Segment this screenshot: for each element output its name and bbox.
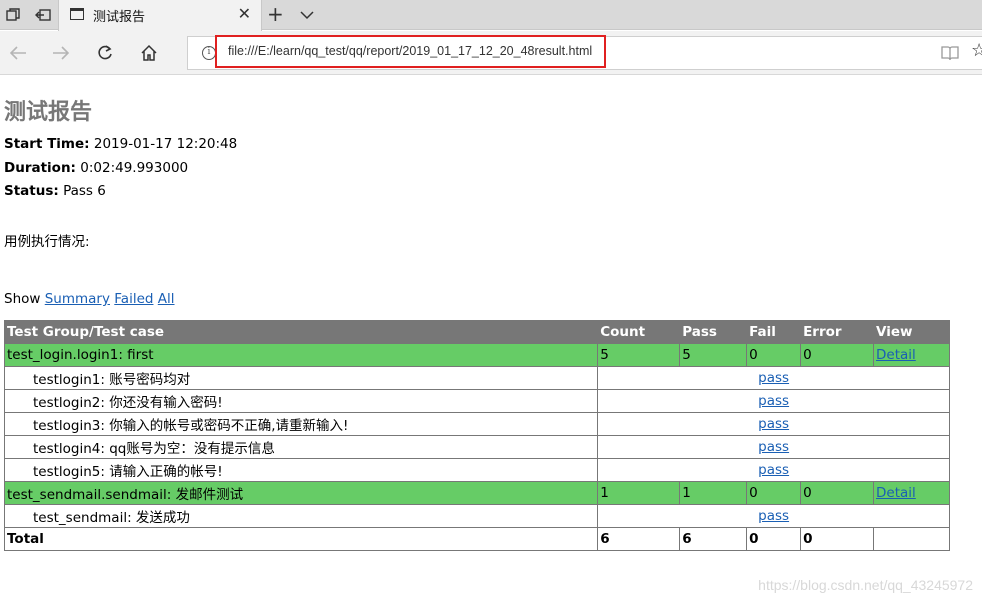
status-row: Status: Pass 6 (4, 183, 106, 199)
active-tab[interactable]: 测试报告 ✕ (58, 0, 262, 31)
duration-label: Duration: (4, 160, 76, 176)
start-time-value: 2019-01-17 12:20:48 (93, 136, 238, 152)
info-icon[interactable]: i (202, 46, 216, 60)
pass-link[interactable]: pass (758, 439, 789, 455)
start-time-label: Start Time: (4, 136, 90, 152)
case-status-cell: pass (597, 389, 950, 413)
page-icon (70, 8, 84, 20)
case-status-cell: pass (597, 366, 950, 390)
group-pass: 5 (679, 343, 748, 367)
show-failed-link[interactable]: Failed (114, 291, 153, 307)
case-name: testlogin4: qq账号为空：没有提示信息 (3, 435, 599, 459)
url-highlight-box (215, 35, 606, 68)
show-summary-link[interactable]: Summary (45, 291, 110, 307)
set-aside-tabs-icon[interactable] (33, 5, 53, 25)
total-label: Total (3, 527, 599, 551)
forward-icon[interactable] (49, 41, 73, 65)
header-cell: Fail (746, 320, 802, 344)
test-group-row: test_sendmail.sendmail: 发邮件测试 1 1 0 0 De… (3, 481, 950, 505)
detail-link[interactable]: Detail (876, 485, 916, 501)
back-icon[interactable] (6, 41, 30, 65)
test-case-row: testlogin1: 账号密码均对 pass (3, 366, 950, 390)
reading-view-icon[interactable] (941, 45, 959, 61)
total-error: 0 (800, 527, 875, 551)
favorite-star-icon[interactable]: ☆ (971, 40, 982, 61)
page-title: 测试报告 (4, 100, 93, 125)
header-cell: Error (800, 320, 875, 344)
case-name: testlogin5: 请输入正确的帐号! (3, 458, 599, 482)
case-name: testlogin1: 账号密码均对 (3, 366, 599, 390)
group-count: 5 (597, 343, 681, 367)
total-count: 6 (597, 527, 681, 551)
duration-value: 0:02:49.993000 (80, 160, 189, 176)
case-status-cell: pass (597, 458, 950, 482)
case-status-cell: pass (597, 412, 950, 436)
group-fail: 0 (746, 481, 802, 505)
group-name: test_login.login1: first (3, 343, 599, 367)
chevron-down-icon[interactable] (298, 7, 316, 23)
test-case-row: testlogin2: 你还没有输入密码! pass (3, 389, 950, 413)
show-all-link[interactable]: All (158, 291, 175, 307)
group-fail: 0 (746, 343, 802, 367)
result-table: Test Group/Test case Count Pass Fail Err… (3, 320, 950, 551)
header-cell: View (873, 320, 950, 344)
total-row: Total 6 6 0 0 (3, 527, 950, 551)
total-view (873, 527, 950, 551)
status-label: Status: (4, 183, 59, 199)
group-name: test_sendmail.sendmail: 发邮件测试 (3, 481, 599, 505)
report-description: 用例执行情况: (4, 234, 90, 250)
start-time-row: Start Time: 2019-01-17 12:20:48 (4, 136, 237, 152)
group-count: 1 (597, 481, 681, 505)
duration-row: Duration: 0:02:49.993000 (4, 160, 188, 176)
case-name: testlogin2: 你还没有输入密码! (3, 389, 599, 413)
pass-link[interactable]: pass (758, 370, 789, 386)
table-header-row: Test Group/Test case Count Pass Fail Err… (3, 320, 950, 344)
header-cell: Test Group/Test case (3, 320, 599, 344)
close-icon[interactable]: ✕ (238, 5, 251, 23)
test-case-row: testlogin3: 你输入的帐号或密码不正确,请重新输入! pass (3, 412, 950, 436)
home-icon[interactable] (137, 41, 161, 65)
total-pass: 6 (679, 527, 748, 551)
case-status-cell: pass (597, 504, 950, 528)
group-pass: 1 (679, 481, 748, 505)
pass-link[interactable]: pass (758, 462, 789, 478)
header-cell: Pass (679, 320, 748, 344)
total-fail: 0 (746, 527, 802, 551)
test-case-row: testlogin4: qq账号为空：没有提示信息 pass (3, 435, 950, 459)
tab-manager-icon[interactable] (3, 5, 23, 25)
test-case-row: testlogin5: 请输入正确的帐号! pass (3, 458, 950, 482)
tab-bar: 测试报告 ✕ + (0, 0, 982, 31)
header-cell: Count (597, 320, 681, 344)
show-label: Show (4, 291, 41, 307)
group-view: Detail (873, 481, 950, 505)
tab-title: 测试报告 (93, 10, 146, 25)
pass-link[interactable]: pass (758, 416, 789, 432)
detail-link[interactable]: Detail (876, 347, 916, 363)
test-group-row: test_login.login1: first 5 5 0 0 Detail (3, 343, 950, 367)
group-view: Detail (873, 343, 950, 367)
plus-icon[interactable]: + (267, 3, 284, 25)
show-filter: Show Summary Failed All (4, 291, 175, 307)
case-status-cell: pass (597, 435, 950, 459)
refresh-icon[interactable] (93, 41, 117, 65)
watermark: https://blog.csdn.net/qq_43245972 (758, 577, 973, 593)
pass-link[interactable]: pass (758, 508, 789, 524)
group-error: 0 (800, 343, 875, 367)
pass-link[interactable]: pass (758, 393, 789, 409)
test-case-row: test_sendmail: 发送成功 pass (3, 504, 950, 528)
group-error: 0 (800, 481, 875, 505)
case-name: test_sendmail: 发送成功 (3, 504, 599, 528)
status-value: Pass 6 (63, 183, 106, 199)
case-name: testlogin3: 你输入的帐号或密码不正确,请重新输入! (3, 412, 599, 436)
